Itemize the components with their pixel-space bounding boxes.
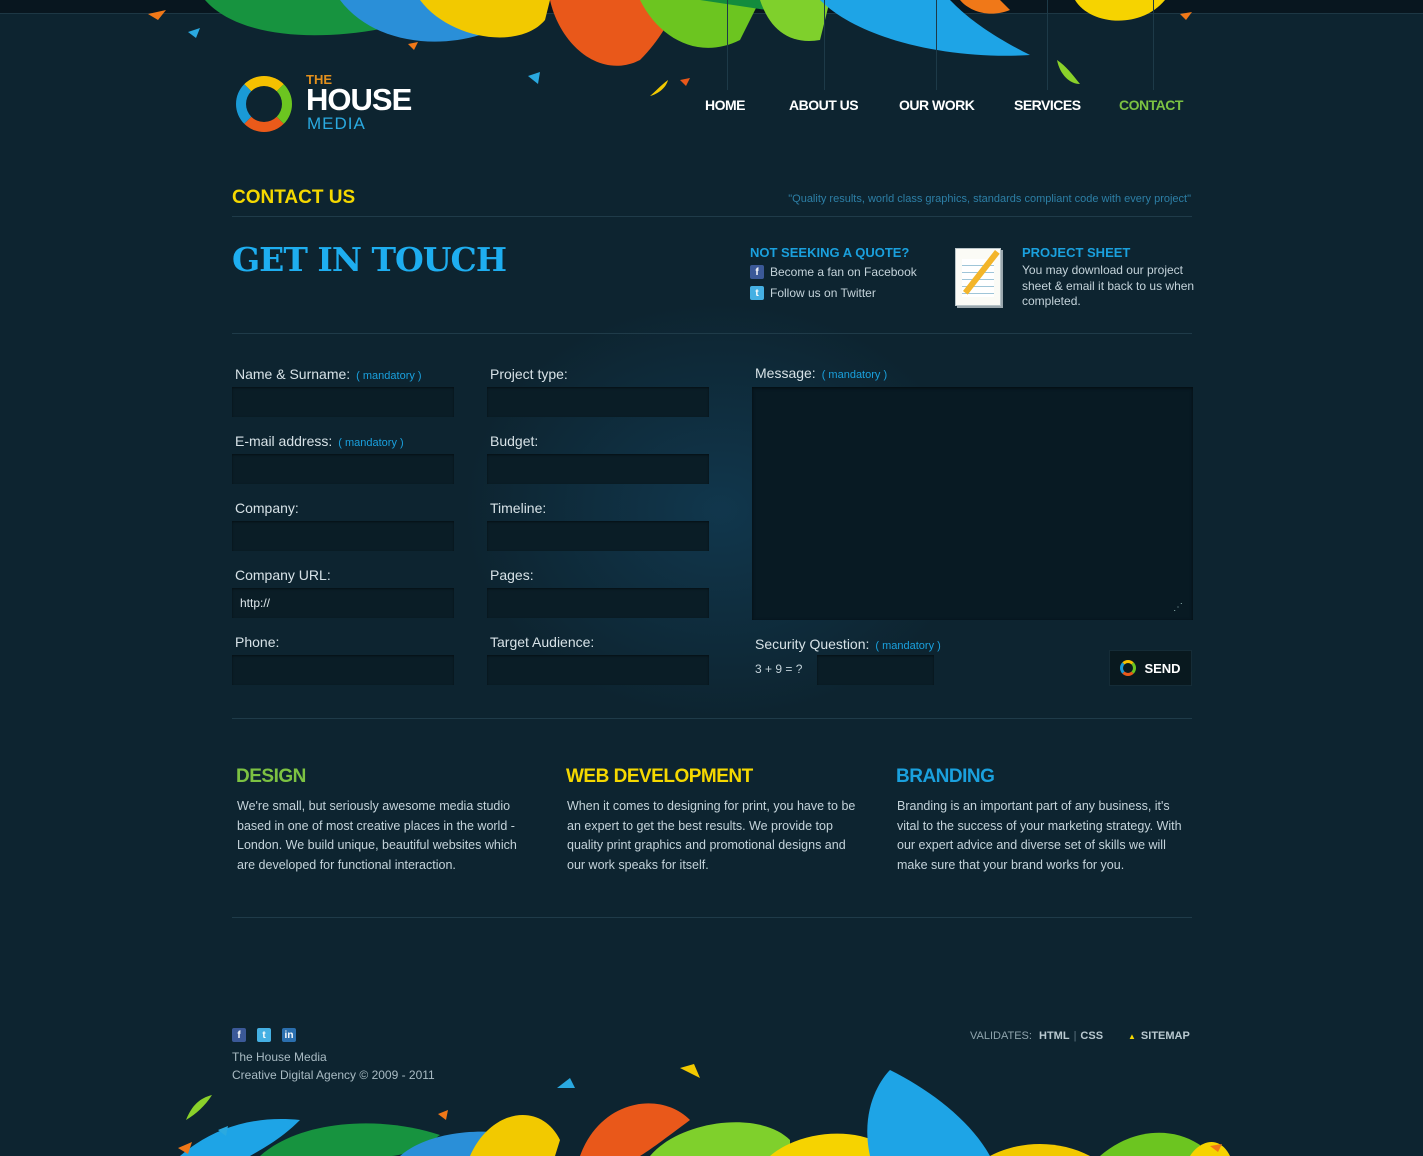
mandatory-note: ( mandatory ) [875,640,941,652]
pages-input[interactable] [487,588,709,618]
logo-media: MEDIA [307,114,366,133]
name-label: Name & Surname:( mandatory ) [235,366,422,382]
divider [232,216,1192,217]
nav-our-work[interactable]: OUR WORK [899,97,975,113]
logo-ring-icon [236,76,292,132]
timeline-input[interactable] [487,521,709,551]
facebook-icon[interactable]: f [232,1028,246,1042]
company-input[interactable] [232,521,454,551]
resize-grip-icon[interactable]: ⋰ [1173,602,1183,613]
triangle-up-icon: ▲ [1128,1032,1136,1041]
logo[interactable]: THE HOUSE MEDIA [236,72,416,136]
divider [232,333,1192,334]
validate-css-link[interactable]: CSS [1080,1030,1103,1042]
footer-company: The House Media [232,1050,327,1064]
mandatory-note: ( mandatory ) [821,369,888,381]
service-title-web-development: WEB DEVELOPMENT [566,766,753,787]
mandatory-note: ( mandatory ) [356,370,422,382]
budget-input[interactable] [487,454,709,484]
nav-home[interactable]: HOME [705,97,746,113]
divider [232,718,1192,719]
phone-label: Phone: [235,634,280,650]
send-button[interactable]: SEND [1109,650,1192,686]
sitemap-link[interactable]: ▲ SITEMAP [1128,1030,1190,1042]
twitter-link-label: Follow us on Twitter [770,286,876,300]
project-sheet-title[interactable]: PROJECT SHEET [1022,245,1130,260]
nav-services[interactable]: SERVICES [1014,97,1081,113]
service-text-web-development: When it comes to designing for print, yo… [567,799,856,872]
tagline-quote: "Quality results, world class graphics, … [788,193,1191,205]
sitemap-label: SITEMAP [1140,1030,1190,1042]
validates: VALIDATES: HTML | CSS [970,1030,1104,1042]
security-question: 3 + 9 = ? [755,662,803,676]
budget-label: Budget: [490,433,539,449]
facebook-icon: f [750,265,764,279]
footer-copyright: Creative Digital Agency © 2009 - 2011 [232,1068,435,1082]
validates-label: VALIDATES: [970,1030,1032,1042]
pages-label: Pages: [490,567,534,583]
nav-about-us[interactable]: ABOUT US [789,97,859,113]
facebook-link[interactable]: f Become a fan on Facebook [750,265,917,279]
twitter-icon: t [750,286,764,300]
nav-contact[interactable]: CONTACT [1119,97,1183,113]
linkedin-icon[interactable]: in [282,1028,296,1042]
name-input[interactable] [232,387,454,417]
message-label: Message:( mandatory ) [755,365,888,381]
service-title-design: DESIGN [236,766,306,787]
facebook-link-label: Become a fan on Facebook [770,265,917,279]
message-textarea[interactable] [752,387,1193,620]
footer-social-icons: f t in [232,1028,296,1042]
send-label: SEND [1144,660,1181,676]
phone-input[interactable] [232,655,454,685]
service-title-branding: BRANDING [896,766,995,787]
security-label: Security Question:( mandatory ) [755,636,941,652]
get-in-touch-heading: GET IN TOUCH [232,240,507,279]
logo-house: HOUSE [306,82,412,117]
company-label: Company: [235,500,299,516]
not-seeking-title: NOT SEEKING A QUOTE? [750,245,910,260]
validate-html-link[interactable]: HTML [1039,1030,1070,1042]
project-type-input[interactable] [487,387,709,417]
top-bar [0,0,1423,14]
target-audience-input[interactable] [487,655,709,685]
timeline-label: Timeline: [490,500,547,516]
company-url-input[interactable] [232,588,454,618]
contact-title: CONTACT US [232,187,356,208]
project-sheet-text: You may download our project sheet & ema… [1022,263,1195,308]
divider [232,917,1192,918]
security-answer-input[interactable] [817,655,934,685]
service-text-branding: Branding is an important part of any bus… [897,799,1182,872]
twitter-link[interactable]: t Follow us on Twitter [750,286,876,300]
send-logo-icon [1120,660,1137,676]
mandatory-note: ( mandatory ) [338,437,404,449]
email-input[interactable] [232,454,454,484]
project-type-label: Project type: [490,366,568,382]
company-url-label: Company URL: [235,567,331,583]
target-audience-label: Target Audience: [490,634,595,650]
twitter-icon[interactable]: t [257,1028,271,1042]
email-label: E-mail address:( mandatory ) [235,433,404,449]
service-text-design: We're small, but seriously awesome media… [237,799,517,872]
